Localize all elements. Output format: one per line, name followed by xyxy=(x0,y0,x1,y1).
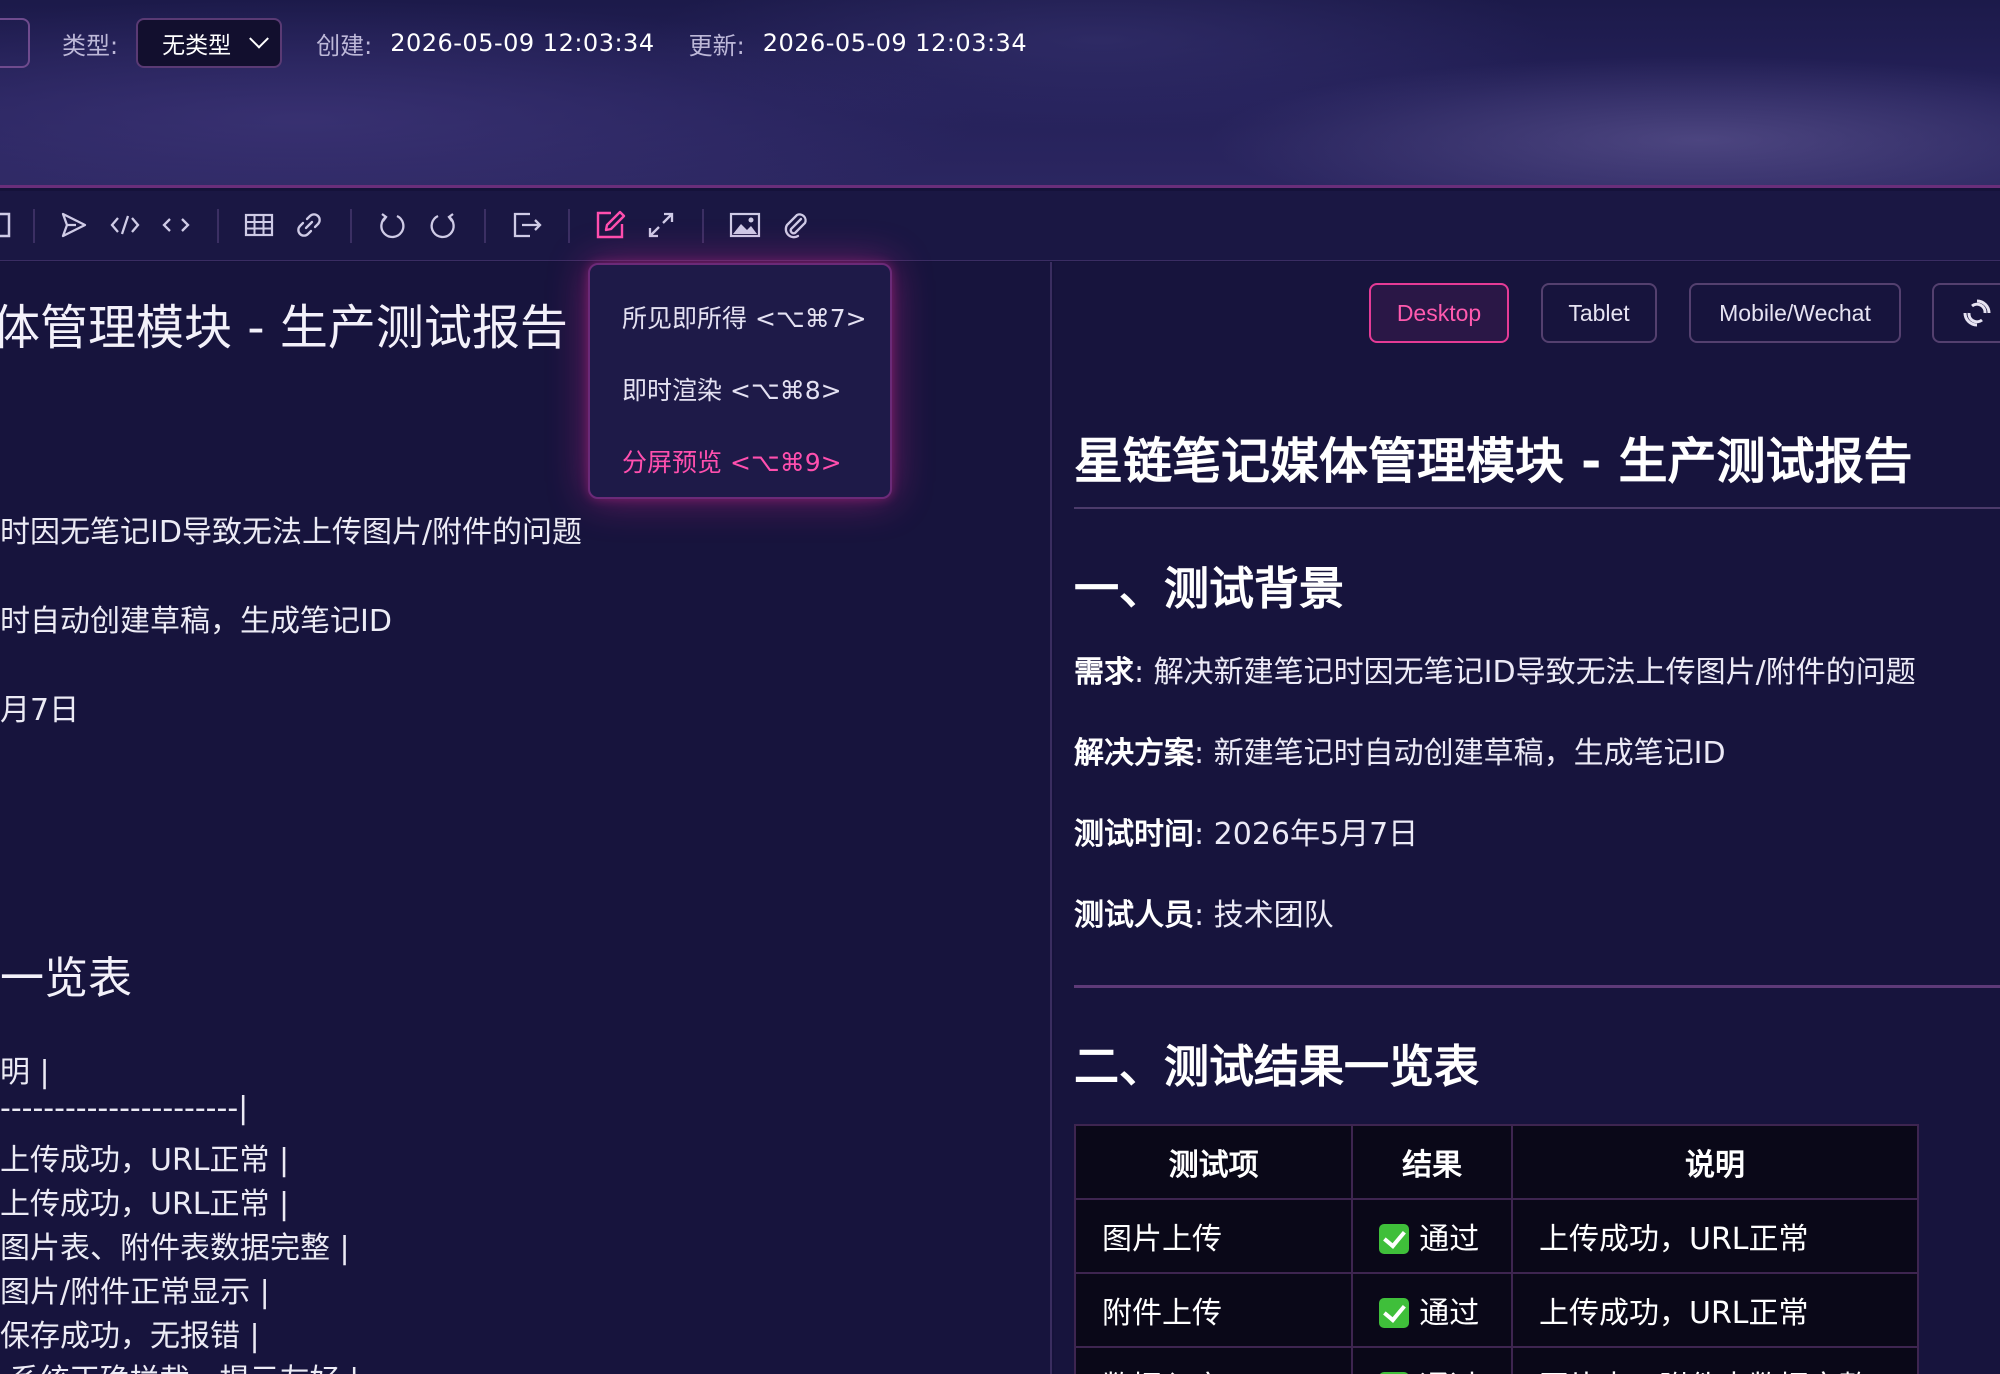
editor-toolbar xyxy=(0,191,2000,261)
toolbar-partial-icon[interactable] xyxy=(0,205,18,245)
markdown-editor[interactable]: 体管理模块 - 生产测试报告 时因无笔记ID导致无法上传图片/附件的问题 时自动… xyxy=(0,262,1052,1374)
toolbar-separator xyxy=(350,209,352,243)
label-separator: : xyxy=(1194,898,1205,933)
table-cell: 附件上传 xyxy=(1073,1272,1354,1348)
table-row: 数据入库 通过 图片表、附件表数据完整 xyxy=(1073,1346,1919,1374)
created-timestamp: 2026-05-09 12:03:34 xyxy=(390,29,655,57)
table-cell: 图片表、附件表数据完整 xyxy=(1511,1346,1919,1374)
table-cell: 上传成功，URL正常 xyxy=(1511,1198,1919,1274)
refresh-button[interactable] xyxy=(1932,283,2000,343)
editor-heading-line: 一览表 xyxy=(0,953,132,1004)
toolbar-separator xyxy=(33,209,35,243)
menu-item-split-preview[interactable]: 分屏预览 <⌥⌘9> xyxy=(590,425,890,497)
edit-mode-icon[interactable] xyxy=(590,205,630,245)
device-desktop-button[interactable]: Desktop xyxy=(1369,283,1509,343)
table-cell: 图片上传 xyxy=(1073,1198,1354,1274)
table-icon[interactable] xyxy=(239,205,279,245)
code-block-icon[interactable] xyxy=(105,205,145,245)
label-separator: : xyxy=(1134,655,1145,690)
image-icon[interactable] xyxy=(725,205,765,245)
menu-item-instant-render[interactable]: 即时渲染 <⌥⌘8> xyxy=(590,353,890,425)
editor-title-line: 体管理模块 - 生产测试报告 xyxy=(0,300,568,356)
test-time-line: 测试时间: 2026年5月7日 xyxy=(1074,809,1418,853)
title-divider xyxy=(1074,507,2000,509)
editor-line: 明 | xyxy=(0,1055,50,1090)
type-label: 类型: xyxy=(62,31,119,60)
table-header-row: 测试项 结果 说明 xyxy=(1073,1124,1919,1200)
editor-line: | 系统正确拦截，提示友好 | xyxy=(0,1355,359,1374)
table-cell: 通过 xyxy=(1351,1198,1513,1274)
label-separator: : xyxy=(1194,817,1205,852)
editor-line: 上传成功，URL正常 | xyxy=(0,1143,290,1178)
updated-timestamp: 2026-05-09 12:03:34 xyxy=(762,29,1028,57)
tester-label: 测试人员 xyxy=(1074,898,1194,933)
requirement-label: 需求 xyxy=(1074,655,1134,690)
toolbar-separator xyxy=(702,209,704,243)
toolbar-separator xyxy=(217,209,219,243)
table-cell: 上传成功，URL正常 xyxy=(1511,1272,1919,1348)
test-time-value: 2026年5月7日 xyxy=(1213,817,1419,852)
created-label: 创建: xyxy=(316,31,373,60)
result-text: 通过 xyxy=(1419,1222,1480,1257)
editor-line: 月7日 xyxy=(0,693,80,728)
device-mobile-button[interactable]: Mobile/Wechat xyxy=(1689,283,1901,343)
tester-line: 测试人员: 技术团队 xyxy=(1074,890,1334,934)
inline-code-icon[interactable] xyxy=(156,205,196,245)
column-header: 结果 xyxy=(1351,1124,1513,1200)
table-cell: 数据入库 xyxy=(1073,1346,1354,1374)
type-select[interactable]: 无类型 xyxy=(136,18,283,68)
chevron-down-icon xyxy=(249,28,269,49)
solution-value: 新建笔记时自动创建草稿，生成笔记ID xyxy=(1213,736,1726,771)
undo-icon[interactable] xyxy=(372,205,412,245)
editor-line: 时自动创建草稿，生成笔记ID xyxy=(0,604,392,639)
editor-line: 图片表、附件表数据完整 | xyxy=(0,1231,350,1266)
menu-item-wysiwyg[interactable]: 所见即所得 <⌥⌘7> xyxy=(590,281,890,353)
table-row: 图片上传 通过 上传成功，URL正常 xyxy=(1073,1198,1919,1274)
result-text: 通过 xyxy=(1419,1370,1479,1374)
result-text: 通过 xyxy=(1419,1296,1480,1331)
refresh-icon xyxy=(1963,299,1991,327)
table-row: 附件上传 通过 上传成功，URL正常 xyxy=(1073,1272,1919,1348)
link-icon[interactable] xyxy=(289,205,329,245)
tester-value: 技术团队 xyxy=(1213,898,1334,933)
export-icon[interactable] xyxy=(507,205,547,245)
editor-line: 时因无笔记ID导致无法上传图片/附件的问题 xyxy=(0,515,583,550)
results-table: 测试项 结果 说明 图片上传 通过 上传成功，URL正常 附件上传 通过 上传成… xyxy=(1073,1124,1919,1374)
test-time-label: 测试时间 xyxy=(1074,817,1194,852)
table-cell: 通过 xyxy=(1351,1346,1513,1374)
label-separator: : xyxy=(1194,736,1205,771)
preview-title: 星链笔记媒体管理模块 - 生产测试报告 xyxy=(1074,433,1913,490)
requirement-line: 需求: 解决新建笔记时因无笔记ID导致无法上传图片/附件的问题 xyxy=(1074,647,1916,691)
editor-line: ----------------------| xyxy=(0,1091,249,1126)
section-divider xyxy=(1074,985,2000,988)
preview-pane: Desktop Tablet Mobile/Wechat 星链笔记媒体管理模块 … xyxy=(1054,262,2000,1374)
note-header: 类型: 无类型 创建: 2026-05-09 12:03:34 更新: 2026… xyxy=(0,0,2000,188)
device-tablet-button[interactable]: Tablet xyxy=(1541,283,1657,343)
solution-label: 解决方案 xyxy=(1074,736,1194,771)
type-select-value: 无类型 xyxy=(162,33,232,59)
check-icon xyxy=(1379,1298,1410,1328)
edit-mode-menu: 所见即所得 <⌥⌘7> 即时渲染 <⌥⌘8> 分屏预览 <⌥⌘9> xyxy=(588,263,892,499)
editor-line: 上传成功，URL正常 | xyxy=(0,1187,290,1222)
editor-line: 图片/附件正常显示 | xyxy=(0,1275,270,1310)
solution-line: 解决方案: 新建笔记时自动创建草稿，生成笔记ID xyxy=(1074,728,1726,772)
requirement-value: 解决新建笔记时因无笔记ID导致无法上传图片/附件的问题 xyxy=(1153,655,1916,690)
header-left-control[interactable] xyxy=(0,18,30,68)
toolbar-separator xyxy=(484,209,486,243)
send-icon[interactable] xyxy=(53,205,93,245)
redo-icon[interactable] xyxy=(423,205,463,245)
toolbar-separator xyxy=(568,209,570,243)
check-icon xyxy=(1379,1224,1410,1254)
fullscreen-icon[interactable] xyxy=(641,205,681,245)
section-heading-results: 二、测试结果一览表 xyxy=(1074,1040,1480,1093)
column-header: 测试项 xyxy=(1073,1124,1354,1200)
updated-label: 更新: xyxy=(688,31,745,60)
note-meta-row: 类型: 无类型 创建: 2026-05-09 12:03:34 更新: 2026… xyxy=(0,18,1200,68)
attachment-icon[interactable] xyxy=(775,205,815,245)
table-cell: 通过 xyxy=(1351,1272,1513,1348)
editor-line: 保存成功，无报错 | xyxy=(0,1319,260,1354)
section-heading-background: 一、测试背景 xyxy=(1074,562,1345,615)
column-header: 说明 xyxy=(1511,1124,1919,1200)
